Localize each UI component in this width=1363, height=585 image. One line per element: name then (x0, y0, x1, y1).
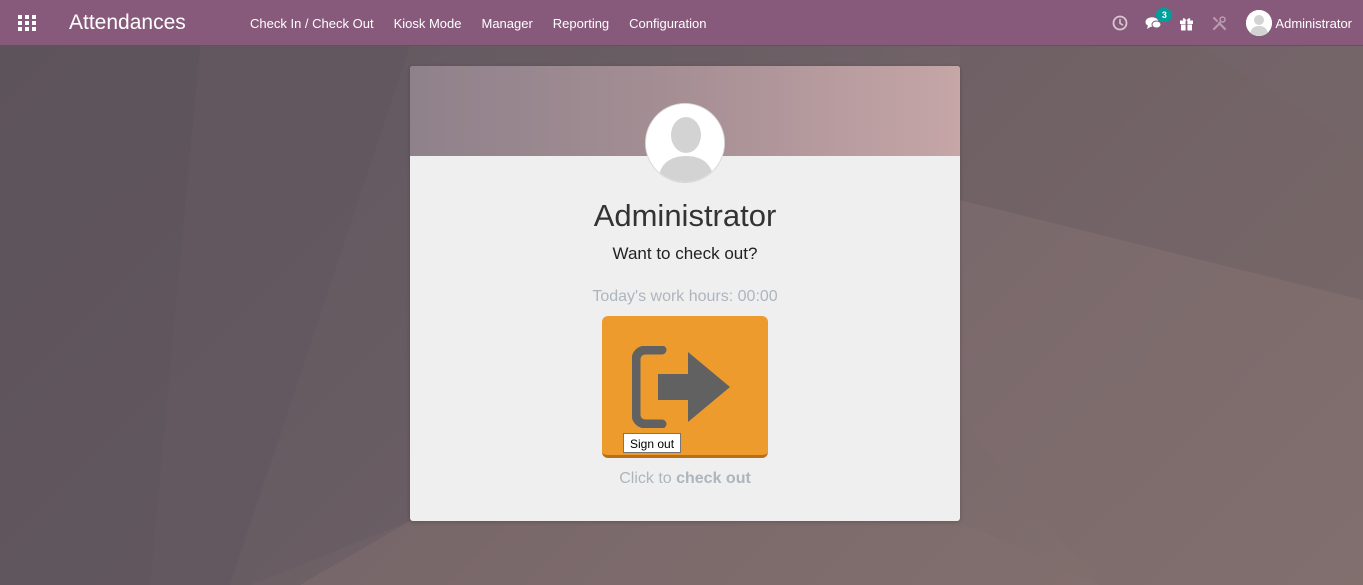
menu-manager[interactable]: Manager (481, 16, 532, 31)
hint-prefix: Click to (619, 470, 672, 487)
user-avatar (1246, 10, 1273, 36)
main-menu: Check In / Check Out Kiosk Mode Manager … (250, 0, 727, 46)
menu-check-in-check-out[interactable]: Check In / Check Out (250, 16, 374, 31)
sign-out-icon (631, 345, 732, 433)
employee-name: Administrator (593, 198, 777, 233)
hint-action[interactable]: check out (676, 470, 751, 487)
work-hours-label: Today's work hours: 00:00 (592, 288, 778, 305)
messages-count-badge: 3 (1156, 8, 1173, 22)
tools-icon[interactable] (1210, 14, 1228, 32)
gift-icon[interactable] (1177, 14, 1195, 32)
click-to-check-out-hint: Click to check out (410, 469, 960, 489)
apps-grid-icon[interactable] (18, 15, 36, 31)
app-title[interactable]: Attendances (69, 11, 186, 35)
attendance-card: Administrator Want to check out? Today's… (410, 66, 960, 521)
employee-avatar (645, 103, 725, 183)
menu-reporting[interactable]: Reporting (553, 16, 609, 31)
checkout-question: Want to check out? (612, 244, 758, 263)
systray: 3 Administrator (1111, 0, 1363, 46)
user-menu[interactable]: Administrator (1246, 10, 1352, 36)
sign-out-tooltip: Sign out (623, 433, 682, 453)
chat-icon[interactable]: 3 (1144, 8, 1173, 32)
menu-configuration[interactable]: Configuration (629, 16, 706, 31)
clock-icon[interactable] (1111, 14, 1129, 32)
menu-kiosk-mode[interactable]: Kiosk Mode (394, 16, 462, 31)
top-navbar: Attendances Check In / Check Out Kiosk M… (0, 0, 1363, 46)
user-name: Administrator (1275, 15, 1352, 31)
